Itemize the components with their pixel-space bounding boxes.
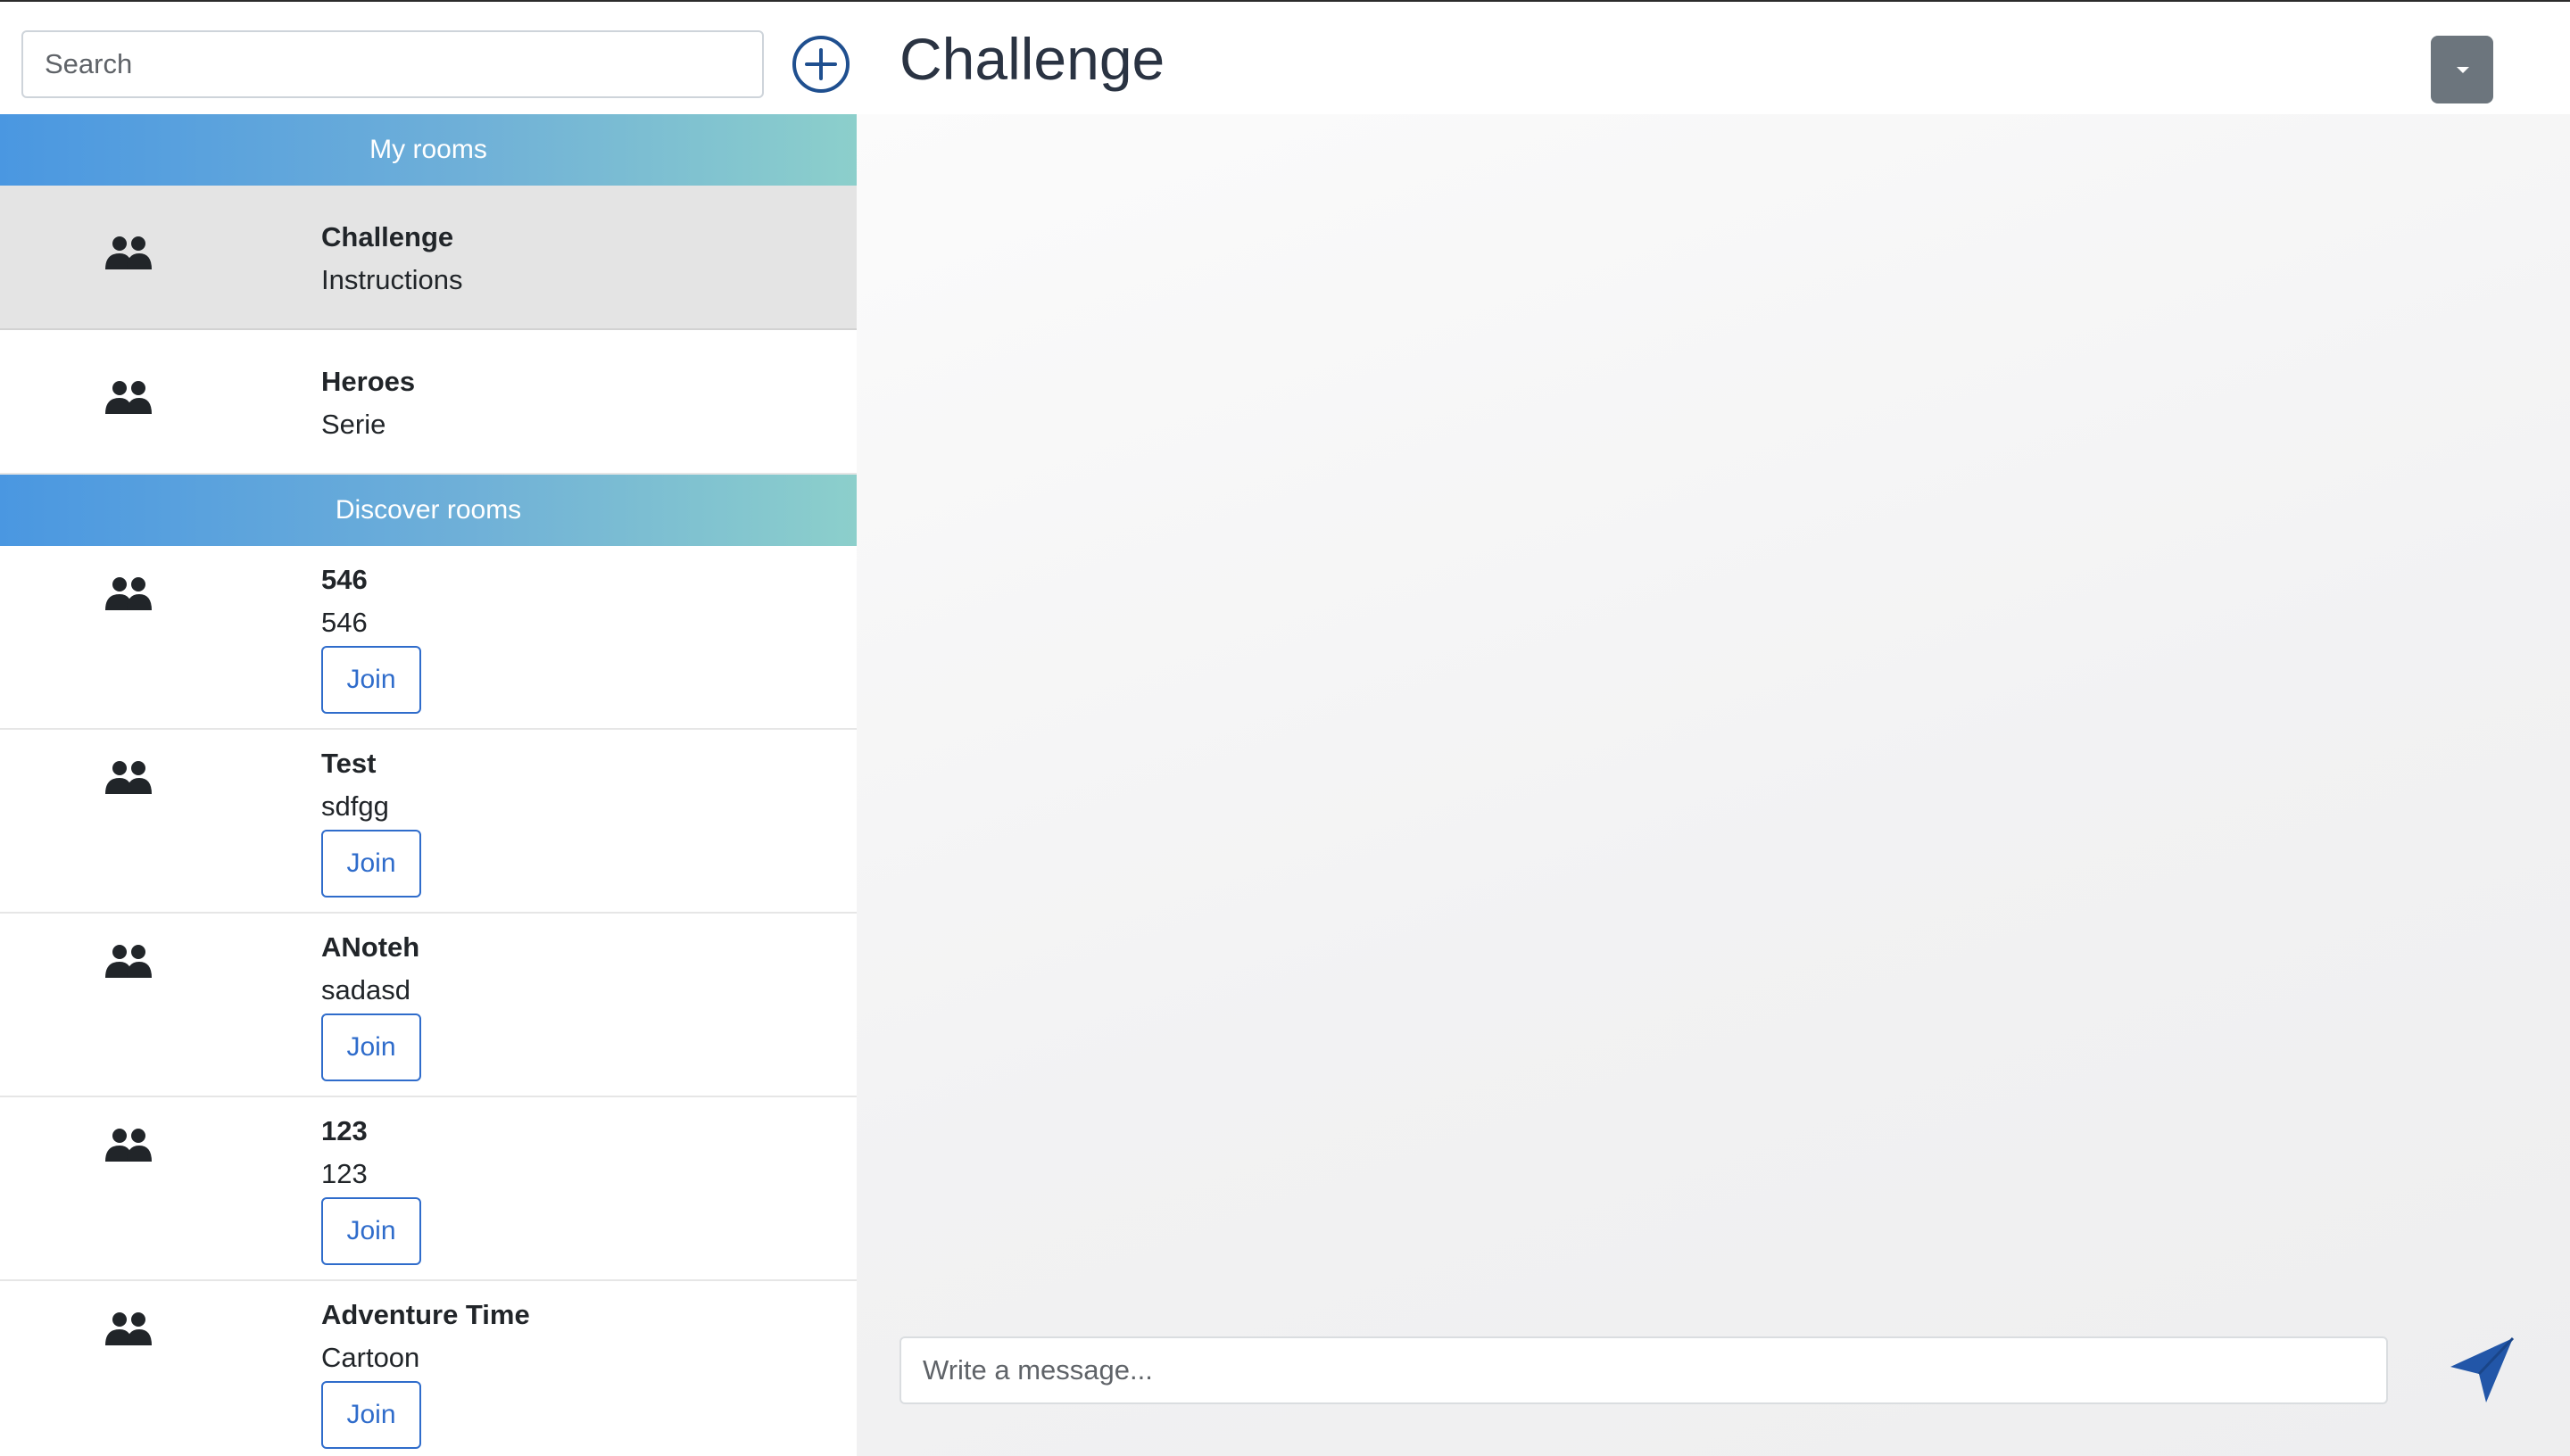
users-icon (105, 381, 152, 414)
room-description: sadasd (321, 974, 410, 1005)
room-description: 546 (321, 607, 368, 638)
discover-room-item: Adventure Time Cartoon Join (0, 1281, 857, 1456)
users-icon (105, 577, 152, 610)
room-item-challenge[interactable]: Challenge Instructions (0, 186, 857, 330)
caret-down-icon (2457, 67, 2469, 73)
users-icon (105, 761, 152, 794)
discover-room-item: 123 123 Join (0, 1097, 857, 1281)
room-name: Adventure Time (321, 1299, 530, 1330)
room-options-dropdown[interactable] (2431, 36, 2493, 103)
chat-main: Challenge (857, 2, 2570, 1456)
users-icon (105, 1129, 152, 1162)
room-name: Heroes (321, 366, 416, 397)
room-name: Test (321, 748, 377, 779)
room-name: 123 (321, 1115, 368, 1146)
room-name: ANoteh (321, 931, 420, 963)
room-description: Instructions (321, 264, 463, 295)
join-button[interactable]: Join (321, 1013, 421, 1081)
chat-title: Challenge (900, 26, 1165, 92)
sidebar: My rooms Challenge Instructions Heroes S… (0, 2, 857, 1456)
discover-room-item: Test sdfgg Join (0, 730, 857, 914)
users-icon (105, 1312, 152, 1345)
users-icon (105, 945, 152, 978)
room-description: Serie (321, 409, 386, 440)
chat-header: Challenge (857, 2, 2570, 114)
paper-plane-icon (2450, 1336, 2515, 1402)
discover-room-item: ANoteh sadasd Join (0, 914, 857, 1097)
users-icon (105, 236, 152, 269)
discover-room-item: 546 546 Join (0, 546, 857, 730)
room-name: 546 (321, 564, 368, 595)
room-item-heroes[interactable]: Heroes Serie (0, 330, 857, 475)
plus-circle-icon (792, 36, 850, 93)
search-row (0, 2, 857, 114)
join-button[interactable]: Join (321, 830, 421, 898)
join-button[interactable]: Join (321, 646, 421, 714)
room-description: sdfgg (321, 790, 389, 822)
join-button[interactable]: Join (321, 1197, 421, 1265)
discover-rooms-header: Discover rooms (0, 475, 857, 546)
room-description: Cartoon (321, 1342, 420, 1373)
room-name: Challenge (321, 221, 454, 252)
add-room-button[interactable] (791, 34, 851, 95)
search-input[interactable] (21, 30, 764, 98)
message-input[interactable] (900, 1336, 2388, 1404)
my-rooms-header: My rooms (0, 114, 857, 186)
message-area (857, 114, 2570, 1456)
room-description: 123 (321, 1158, 368, 1189)
send-button[interactable] (2445, 1333, 2520, 1408)
chat-app: My rooms Challenge Instructions Heroes S… (0, 0, 2570, 1456)
join-button[interactable]: Join (321, 1381, 421, 1449)
